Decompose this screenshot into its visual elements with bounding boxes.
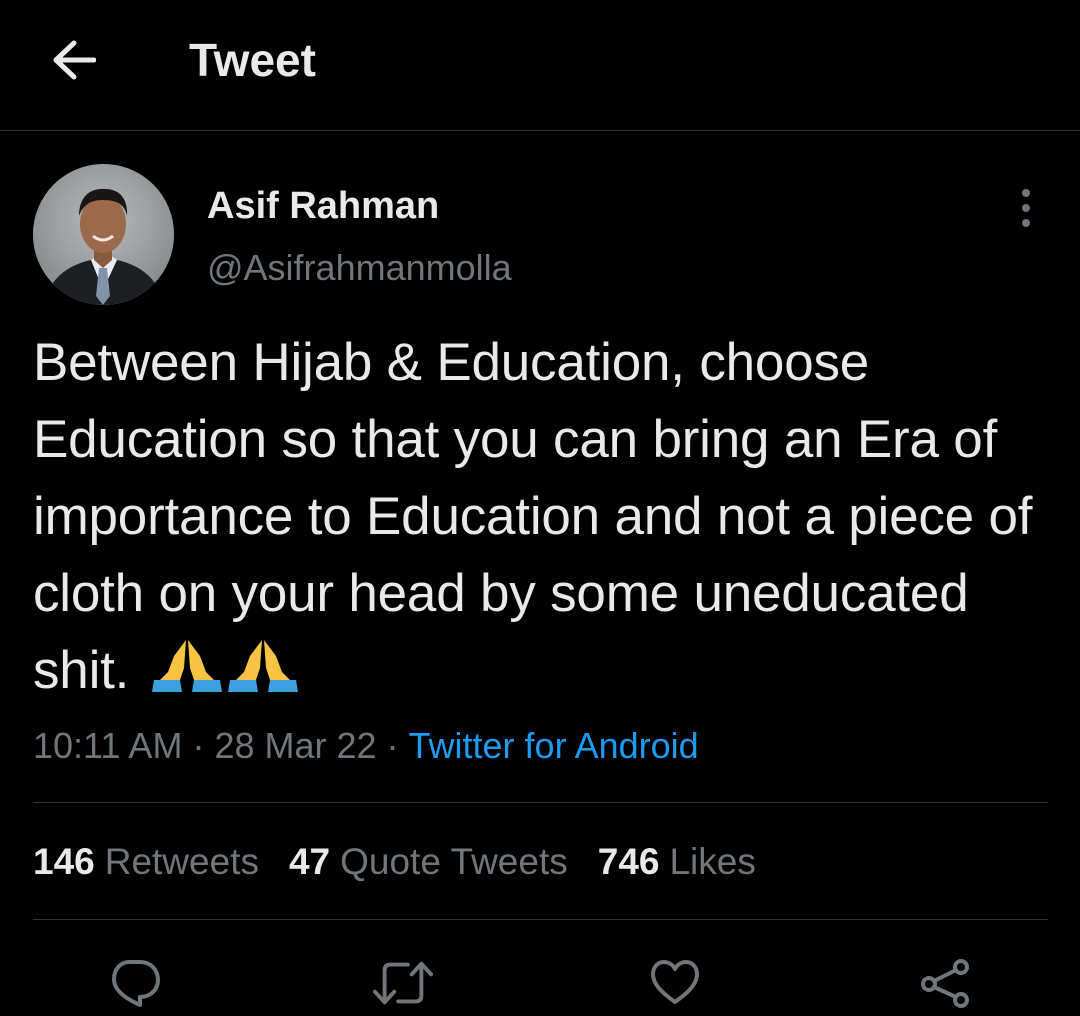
quote-tweets-count: 47 [288,841,331,882]
likes-count: 746 [597,841,660,882]
more-options-button[interactable] [1000,182,1052,234]
profile-photo [33,164,174,305]
tweet-stats: 146 Retweets 47 Quote Tweets 746 Likes [33,838,786,886]
tweet-source-link[interactable]: Twitter for Android [409,725,699,766]
retweets-count: 146 [33,841,95,882]
divider [33,802,1048,803]
reply-icon [112,960,160,1007]
likes-stat[interactable]: 746 Likes [598,841,756,882]
tweet-date: 28 Mar 22 [214,725,377,766]
avatar[interactable] [33,164,174,305]
divider [33,919,1048,920]
meta-separator: · [192,725,205,766]
more-vertical-icon [1022,189,1030,227]
tweet-emoji [150,636,298,713]
author-handle[interactable]: @Asifrahmanmolla [207,246,512,290]
share-icon [921,959,969,1008]
retweet-icon [373,961,433,1005]
retweets-label: Retweets [104,841,259,882]
retweets-stat[interactable]: 146 Retweets [33,841,259,882]
back-button[interactable] [40,26,108,94]
top-bar: Tweet [0,0,1080,131]
page-title: Tweet [189,34,316,86]
meta-separator: · [386,725,399,766]
like-button[interactable] [645,958,705,1016]
reply-button[interactable] [105,958,165,1016]
retweet-button[interactable] [373,958,433,1016]
quote-tweets-label: Quote Tweets [340,841,568,882]
like-icon [651,960,699,1004]
quote-tweets-stat[interactable]: 47 Quote Tweets [289,841,568,882]
share-button[interactable] [915,958,975,1016]
folded-hands-icon [151,640,298,692]
tweet-text: Between Hijab & Education, choose Educat… [33,324,1043,713]
tweet-time: 10:11 AM [33,725,183,766]
author-name[interactable]: Asif Rahman [207,184,439,228]
likes-label: Likes [669,841,756,882]
arrow-left-icon [53,40,96,80]
tweet-meta: 10:11 AM · 28 Mar 22 · Twitter for Android [33,722,699,770]
